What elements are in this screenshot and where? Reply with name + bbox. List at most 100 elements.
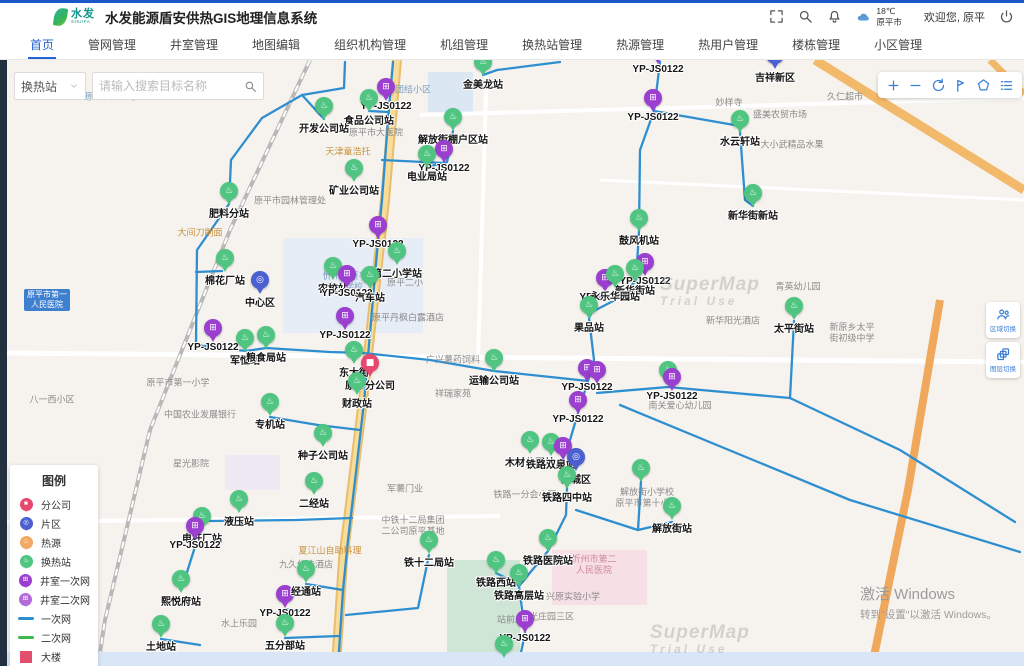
weather-city: 原平市 — [876, 17, 902, 27]
marker-label: 粮食局站 — [246, 349, 286, 364]
tab-小区管理[interactable]: 小区管理 — [872, 30, 924, 59]
marker-label: 二经站 — [299, 495, 329, 510]
layer-switch-icon — [996, 347, 1011, 362]
marker-label: 鼓风机站 — [619, 232, 659, 247]
marker-label: YP-JS0122 — [552, 414, 603, 425]
marker-label: 吉祥新区 — [755, 69, 795, 84]
tab-热源管理[interactable]: 热源管理 — [614, 30, 666, 59]
measure-icon[interactable] — [954, 78, 969, 93]
marker-label: 开发公司站 — [299, 120, 349, 135]
legend-square-swatch — [20, 651, 32, 663]
map-canvas[interactable]: 原平实达中学妙样寺久仁超市盛美农贸市场大小武精品水果原平市园林管理处大间刀削面忻… — [0, 60, 1024, 666]
map-search-bar: 换热站 — [14, 72, 264, 100]
welcome-text: 欢迎您, 原平 — [924, 9, 985, 25]
marker-label: 铁路医院站 — [523, 552, 573, 567]
marker-label: 运输公司站 — [469, 372, 519, 387]
legend-item-井室一次网: ⊞井室一次网 — [18, 571, 90, 590]
tab-楼栋管理[interactable]: 楼栋管理 — [790, 30, 842, 59]
zoom-in-icon[interactable] — [886, 78, 901, 93]
marker-label: 金美龙站 — [463, 76, 503, 91]
marker-label: 中心区 — [245, 294, 275, 309]
marker-label: 土地站 — [146, 638, 176, 653]
logout-power-icon[interactable] — [999, 9, 1014, 24]
marker-label: YP-JS0122 — [646, 391, 697, 402]
tab-首页[interactable]: 首页 — [28, 30, 56, 59]
app-window: 水发 SHUIFA 水发能源盾安供热GIS地理信息系统 18℃ 原平市 欢迎您,… — [0, 0, 1024, 666]
marker-label: 永乐华园站 — [590, 288, 640, 303]
logo-subtext: SHUIFA — [71, 20, 95, 25]
zoom-out-icon[interactable] — [908, 78, 923, 93]
tab-井室管理[interactable]: 井室管理 — [168, 30, 220, 59]
marker-label: YP-JS0122 — [319, 330, 370, 341]
marker-label: 专机站 — [255, 416, 285, 431]
fullscreen-icon[interactable] — [769, 9, 784, 24]
marker-label: 肥料分站 — [209, 205, 249, 220]
tab-换热站管理[interactable]: 换热站管理 — [520, 30, 584, 59]
marker-label: 新华街新站 — [728, 207, 778, 222]
图层切换-button[interactable]: 图层切换 — [986, 342, 1020, 378]
legend-item-label: 片区 — [41, 516, 61, 531]
marker-label: YP-JS0122 — [561, 382, 612, 393]
map-legend: 图例 ■分公司◎片区♨热源♨换热站⊞井室一次网⊞井室二次网一次网二次网大楼 — [10, 465, 98, 666]
region-switch-icon — [996, 307, 1011, 322]
marker-label: 第二小学站 — [372, 265, 422, 280]
tab-热用户管理[interactable]: 热用户管理 — [696, 30, 760, 59]
marker-label: YP-JS0122 — [632, 64, 683, 75]
app-header: 水发 SHUIFA 水发能源盾安供热GIS地理信息系统 18℃ 原平市 欢迎您,… — [0, 3, 1024, 30]
search-input[interactable] — [99, 79, 244, 93]
marker-label: 果品站 — [574, 319, 604, 334]
tab-地图编辑[interactable]: 地图编辑 — [250, 30, 302, 59]
weather-widget: 18℃ 原平市 — [856, 6, 902, 26]
search-category-select[interactable]: 换热站 — [14, 72, 86, 100]
notifications-bell-icon[interactable] — [827, 9, 842, 24]
header-search-icon[interactable] — [798, 9, 813, 24]
marker-label: 矿业公司站 — [329, 182, 379, 197]
marker-label: 熙悦府站 — [161, 593, 201, 608]
marker-label: 太平街站 — [774, 320, 814, 335]
legend-item-分公司: ■ 分公司 — [18, 495, 90, 514]
legend-line-swatch — [18, 636, 34, 639]
marker-label: 铁路高层站 — [494, 587, 544, 602]
legend-pin-icon: ■ — [20, 498, 33, 511]
marker-label: 电业局站 — [407, 168, 447, 183]
legend-item-label: 大楼 — [41, 649, 61, 664]
legend-item-片区: ◎ 片区 — [18, 514, 90, 533]
marker-label: 铁路四中站 — [542, 489, 592, 504]
tab-组织机构管理[interactable]: 组织机构管理 — [332, 30, 408, 59]
legend-item-井室二次网: ⊞井室二次网 — [18, 590, 90, 609]
legend-pin-icon: ♨ — [20, 555, 33, 568]
marker-label: YP-JS0122 — [169, 540, 220, 551]
marker-label: 解放街棚户区站 — [418, 131, 488, 146]
reset-icon[interactable] — [931, 78, 946, 93]
marker-label: 解放街站 — [652, 520, 692, 535]
legend-item-label: 井室一次网 — [40, 573, 90, 588]
marker-label: 食品公司站 — [344, 112, 394, 127]
legend-item-label: 换热站 — [41, 554, 71, 569]
tab-管网管理[interactable]: 管网管理 — [86, 30, 138, 59]
marker-label: YP-JS0122 — [627, 112, 678, 123]
draw-polygon-icon[interactable] — [976, 78, 991, 93]
marker-label: 经通站 — [291, 583, 321, 598]
legend-line-swatch — [18, 617, 34, 620]
left-edge-strip — [0, 60, 7, 666]
marker-label: 棉花厂站 — [205, 272, 245, 287]
chevron-down-icon — [69, 81, 79, 91]
marker-label: 水云轩站 — [720, 133, 760, 148]
main-nav: 首页 管网管理 井室管理 地图编辑 组织机构管理 机组管理 换热站管理 热源管理 热用户管理 楼栋… — [0, 30, 1024, 60]
app-logo: 水发 SHUIFA — [54, 8, 95, 26]
marker-label: 财政站 — [342, 395, 372, 410]
logo-leaf-icon — [53, 7, 68, 27]
legend-pin-icon: ◎ — [20, 517, 33, 530]
legend-item-label: 热源 — [41, 535, 61, 550]
marker-label: 铁十二局站 — [404, 554, 454, 569]
tab-机组管理[interactable]: 机组管理 — [438, 30, 490, 59]
weather-cloud-icon — [856, 10, 873, 24]
search-submit-icon[interactable] — [244, 80, 257, 93]
区域切换-button[interactable]: 区域切换 — [986, 302, 1020, 338]
legend-item-热源: ♨热源 — [18, 533, 90, 552]
legend-pin-icon: ⊞ — [19, 593, 32, 606]
marker-label: 汽车站 — [355, 289, 385, 304]
legend-item-label: 分公司 — [41, 497, 71, 512]
map-toolbar — [878, 72, 1022, 98]
layer-list-icon[interactable] — [999, 78, 1014, 93]
